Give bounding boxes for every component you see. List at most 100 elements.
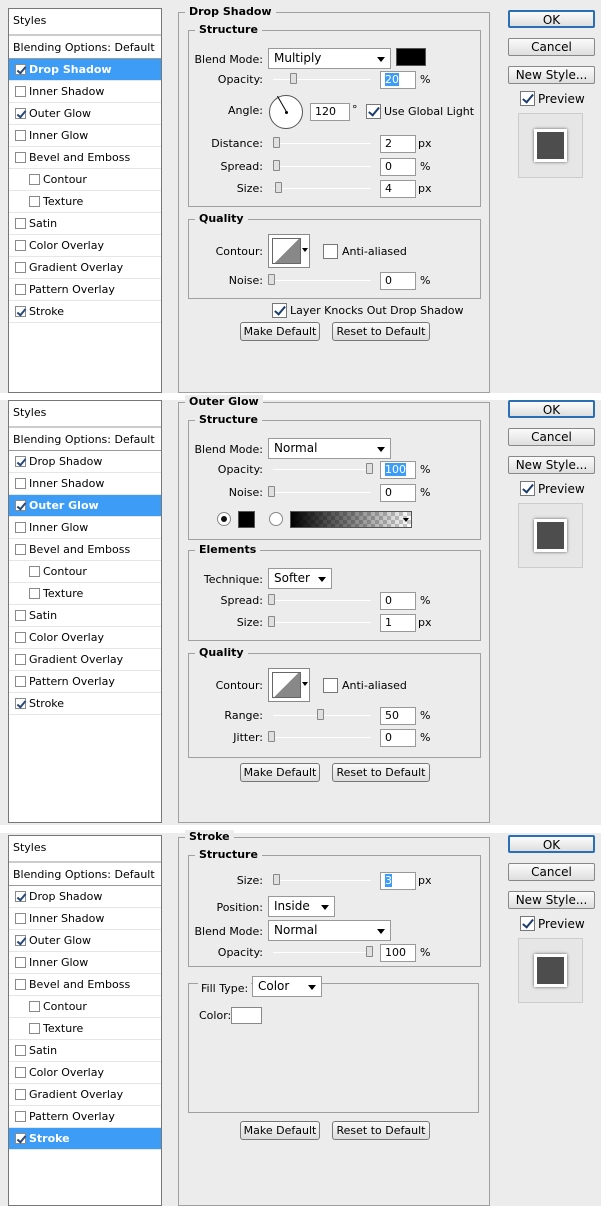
size-input[interactable]: 1 [380, 614, 416, 632]
slider-thumb[interactable] [290, 73, 297, 84]
ok-button[interactable]: OK [508, 10, 595, 28]
make-default-button[interactable]: Make Default [240, 1121, 320, 1140]
opacity-input[interactable]: 100 [380, 944, 416, 962]
slider-thumb[interactable] [268, 486, 275, 497]
gradient-overlay-checkbox[interactable] [15, 654, 26, 665]
range-input[interactable]: 50 [380, 707, 416, 725]
gradient-radio[interactable] [269, 512, 283, 526]
style-item-satin[interactable]: Satin [9, 213, 161, 235]
stroke-checkbox[interactable] [15, 698, 26, 709]
style-item-color-overlay[interactable]: Color Overlay [9, 235, 161, 257]
opacity-slider[interactable] [273, 946, 373, 957]
size-slider[interactable] [268, 616, 371, 627]
drop-shadow-checkbox[interactable] [15, 891, 26, 902]
fill-type-select[interactable]: Color [252, 976, 322, 997]
outer-glow-checkbox[interactable] [15, 108, 26, 119]
style-item-gradient-overlay[interactable]: Gradient Overlay [9, 1084, 161, 1106]
style-item-inner-glow[interactable]: Inner Glow [9, 517, 161, 539]
new-style-button[interactable]: New Style... [508, 66, 595, 84]
texture-checkbox[interactable] [29, 588, 40, 599]
preview-checkbox[interactable] [520, 91, 535, 106]
bevel-emboss-checkbox[interactable] [15, 979, 26, 990]
reset-default-button[interactable]: Reset to Default [332, 1121, 430, 1140]
blend-mode-select[interactable]: Normal [268, 920, 391, 941]
satin-checkbox[interactable] [15, 610, 26, 621]
style-item-pattern-overlay[interactable]: Pattern Overlay [9, 671, 161, 693]
spread-input[interactable]: 0 [380, 158, 416, 176]
slider-thumb[interactable] [268, 616, 275, 627]
contour-checkbox[interactable] [29, 174, 40, 185]
preview-checkbox[interactable] [520, 916, 535, 931]
outer-glow-checkbox[interactable] [15, 500, 26, 511]
new-style-button[interactable]: New Style... [508, 456, 595, 474]
shadow-color-swatch[interactable] [396, 48, 426, 66]
stroke-checkbox[interactable] [15, 306, 26, 317]
inner-glow-checkbox[interactable] [15, 130, 26, 141]
inner-glow-checkbox[interactable] [15, 522, 26, 533]
blend-mode-select[interactable]: Normal [268, 438, 391, 459]
slider-thumb[interactable] [268, 731, 275, 742]
inner-shadow-checkbox[interactable] [15, 913, 26, 924]
cancel-button[interactable]: Cancel [508, 863, 595, 881]
noise-slider[interactable] [268, 274, 371, 285]
slider-thumb[interactable] [273, 137, 280, 148]
blend-mode-select[interactable]: Multiply [268, 48, 391, 69]
outer-glow-checkbox[interactable] [15, 935, 26, 946]
cancel-button[interactable]: Cancel [508, 428, 595, 446]
pattern-overlay-checkbox[interactable] [15, 1111, 26, 1122]
style-item-stroke[interactable]: Stroke [9, 301, 161, 323]
contour-picker[interactable] [268, 668, 310, 702]
pattern-overlay-checkbox[interactable] [15, 676, 26, 687]
style-item-stroke[interactable]: Stroke [9, 1128, 161, 1150]
stroke-color-swatch[interactable] [231, 1007, 262, 1024]
size-slider[interactable] [273, 182, 371, 193]
solid-color-radio[interactable] [217, 512, 231, 526]
style-item-inner-shadow[interactable]: Inner Shadow [9, 81, 161, 103]
angle-input[interactable]: 120 [310, 103, 350, 121]
style-item-inner-shadow[interactable]: Inner Shadow [9, 473, 161, 495]
anti-aliased-checkbox[interactable] [323, 244, 338, 259]
knockout-checkbox[interactable] [272, 303, 287, 318]
style-item-contour[interactable]: Contour [9, 169, 161, 191]
style-item-drop-shadow[interactable]: Drop Shadow [9, 59, 161, 81]
style-item-contour[interactable]: Contour [9, 996, 161, 1018]
angle-dial[interactable] [269, 95, 303, 129]
ok-button[interactable]: OK [508, 835, 595, 853]
style-item-color-overlay[interactable]: Color Overlay [9, 1062, 161, 1084]
style-item-outer-glow[interactable]: Outer Glow [9, 495, 161, 517]
style-item-gradient-overlay[interactable]: Gradient Overlay [9, 257, 161, 279]
slider-thumb[interactable] [366, 463, 373, 474]
opacity-input[interactable]: 20 [380, 71, 416, 89]
slider-thumb[interactable] [268, 594, 275, 605]
style-item-inner-shadow[interactable]: Inner Shadow [9, 908, 161, 930]
style-item-pattern-overlay[interactable]: Pattern Overlay [9, 1106, 161, 1128]
style-item-bevel-emboss[interactable]: Bevel and Emboss [9, 147, 161, 169]
spread-input[interactable]: 0 [380, 592, 416, 610]
style-item-stroke[interactable]: Stroke [9, 693, 161, 715]
slider-thumb[interactable] [366, 946, 373, 957]
style-item-inner-glow[interactable]: Inner Glow [9, 952, 161, 974]
slider-thumb[interactable] [268, 274, 275, 285]
spread-slider[interactable] [268, 594, 371, 605]
style-item-satin[interactable]: Satin [9, 605, 161, 627]
distance-slider[interactable] [273, 137, 371, 148]
make-default-button[interactable]: Make Default [240, 322, 320, 341]
style-item-outer-glow[interactable]: Outer Glow [9, 930, 161, 952]
style-item-texture[interactable]: Texture [9, 191, 161, 213]
blending-options-item[interactable]: Blending Options: Default [9, 35, 161, 59]
stroke-checkbox[interactable] [15, 1133, 26, 1144]
style-item-contour[interactable]: Contour [9, 561, 161, 583]
cancel-button[interactable]: Cancel [508, 38, 595, 56]
size-input[interactable]: 4 [380, 180, 416, 198]
blending-options-item[interactable]: Blending Options: Default [9, 862, 161, 886]
contour-picker[interactable] [268, 234, 310, 268]
jitter-slider[interactable] [268, 731, 371, 742]
color-overlay-checkbox[interactable] [15, 1067, 26, 1078]
inner-glow-checkbox[interactable] [15, 957, 26, 968]
range-slider[interactable] [273, 709, 371, 720]
preview-checkbox[interactable] [520, 481, 535, 496]
style-item-bevel-emboss[interactable]: Bevel and Emboss [9, 974, 161, 996]
opacity-input[interactable]: 100 [380, 461, 416, 479]
style-item-bevel-emboss[interactable]: Bevel and Emboss [9, 539, 161, 561]
drop-shadow-checkbox[interactable] [15, 456, 26, 467]
